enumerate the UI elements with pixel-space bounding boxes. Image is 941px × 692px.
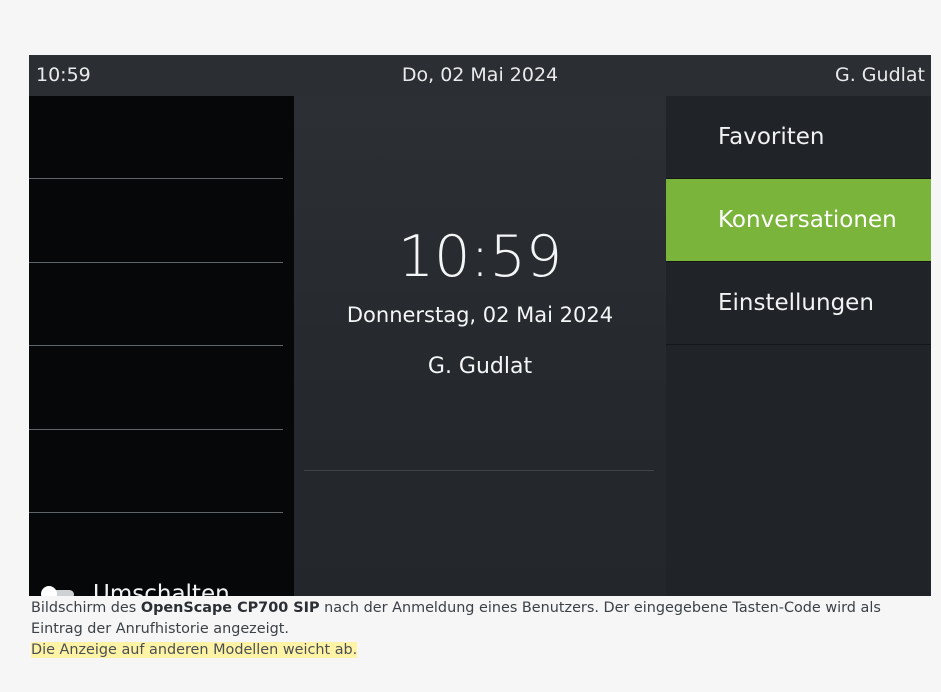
key-slot-divider — [29, 178, 283, 179]
main-menu: Favoriten Konversationen Einstellungen — [666, 96, 931, 596]
menu-item-label: Favoriten — [718, 124, 825, 150]
user-name: G. Gudlat — [427, 354, 533, 379]
menu-item-favoriten[interactable]: Favoriten — [666, 96, 931, 179]
umschalten-button[interactable]: Umschalten — [41, 574, 230, 596]
idle-info-panel: 10:59 Donnerstag, 02 Mai 2024 G. Gudlat — [294, 96, 666, 596]
caption-prefix: Bildschirm des — [31, 600, 141, 616]
status-user: G. Gudlat — [835, 64, 925, 86]
figure-caption: Bildschirm des OpenScape CP700 SIP nach … — [31, 598, 931, 661]
left-key-panel: Umschalten — [29, 96, 294, 596]
menu-item-konversationen[interactable]: Konversationen — [666, 179, 931, 262]
key-slot-divider — [29, 345, 283, 346]
long-date: Donnerstag, 02 Mai 2024 — [346, 303, 614, 327]
status-bar: 10:59 Do, 02 Mai 2024 G. Gudlat — [29, 55, 931, 96]
key-slot-divider — [29, 262, 283, 263]
umschalten-label: Umschalten — [93, 581, 230, 596]
caption-note: Die Anzeige auf anderen Modellen weicht … — [31, 642, 358, 658]
caption-model: OpenScape CP700 SIP — [140, 600, 320, 616]
phone-screen: 10:59 Do, 02 Mai 2024 G. Gudlat Umschalt… — [29, 55, 931, 596]
clock-display: 10:59 — [397, 224, 563, 290]
status-date: Do, 02 Mai 2024 — [401, 64, 559, 86]
panel-divider — [304, 470, 654, 471]
menu-item-einstellungen[interactable]: Einstellungen — [666, 262, 931, 345]
menu-item-label: Konversationen — [718, 207, 897, 233]
key-slot-divider — [29, 512, 283, 513]
toggle-icon — [41, 586, 74, 596]
key-slot-divider — [29, 429, 283, 430]
menu-item-label: Einstellungen — [718, 290, 874, 316]
